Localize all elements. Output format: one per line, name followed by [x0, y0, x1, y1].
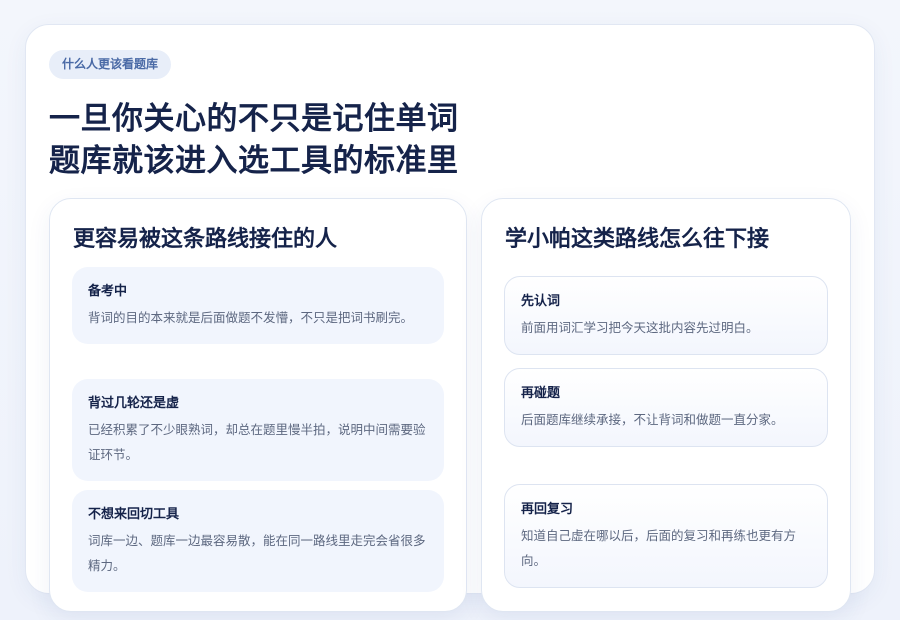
- card-title: 再回复习: [521, 502, 574, 517]
- card-description: 已经积累了不少眼熟词，却总在题里慢半拍，说明中间需要验证环节。: [88, 422, 426, 462]
- card-title: 先认词: [521, 294, 561, 309]
- route-step-learn-words: 先认词 前面用词汇学习把今天这批内容先过明白。: [504, 276, 828, 355]
- section-tag: 什么人更该看题库: [49, 50, 172, 79]
- card-description: 背词的目的本来就是后面做题不发懵，不只是把词书刷完。: [88, 310, 414, 325]
- route-panel-title: 学小帕这类路线怎么往下接: [505, 227, 770, 252]
- card-description: 前面用词汇学习把今天这批内容先过明白。: [521, 320, 759, 335]
- audience-card-exam: 备考中 背词的目的本来就是后面做题不发懵，不只是把词书刷完。: [72, 267, 444, 344]
- audience-panel: 更容易被这条路线接住的人 备考中 背词的目的本来就是后面做题不发懵，不只是把词书…: [49, 198, 467, 612]
- card-title: 背过几轮还是虚: [88, 396, 180, 411]
- route-step-review: 再回复习 知道自己虚在哪以后，后面的复习和再练也更有方向。: [504, 484, 828, 588]
- card-description: 知道自己虚在哪以后，后面的复习和再练也更有方向。: [521, 528, 797, 568]
- route-step-practice: 再碰题 后面题库继续承接，不让背词和做题一直分家。: [504, 368, 828, 447]
- route-panel: 学小帕这类路线怎么往下接 先认词 前面用词汇学习把今天这批内容先过明白。 再碰题…: [481, 198, 851, 612]
- audience-card-single-tool: 不想来回切工具 词库一边、题库一边最容易散，能在同一路线里走完会省很多精力。: [72, 490, 444, 592]
- headline-line-2: 题库就该进入选工具的标准里: [49, 143, 459, 179]
- audience-card-weak-memory: 背过几轮还是虚 已经积累了不少眼熟词，却总在题里慢半拍，说明中间需要验证环节。: [72, 379, 444, 481]
- card-title: 再碰题: [521, 386, 561, 401]
- audience-panel-title: 更容易被这条路线接住的人: [73, 227, 338, 252]
- page-headline: 一旦你关心的不只是记住单词 题库就该进入选工具的标准里: [49, 98, 459, 182]
- card-title: 不想来回切工具: [88, 507, 180, 522]
- headline-line-1: 一旦你关心的不只是记住单词: [49, 101, 459, 137]
- card-description: 后面题库继续承接，不让背词和做题一直分家。: [521, 412, 784, 427]
- card-title: 备考中: [88, 284, 128, 299]
- card-description: 词库一边、题库一边最容易散，能在同一路线里走完会省很多精力。: [88, 533, 426, 573]
